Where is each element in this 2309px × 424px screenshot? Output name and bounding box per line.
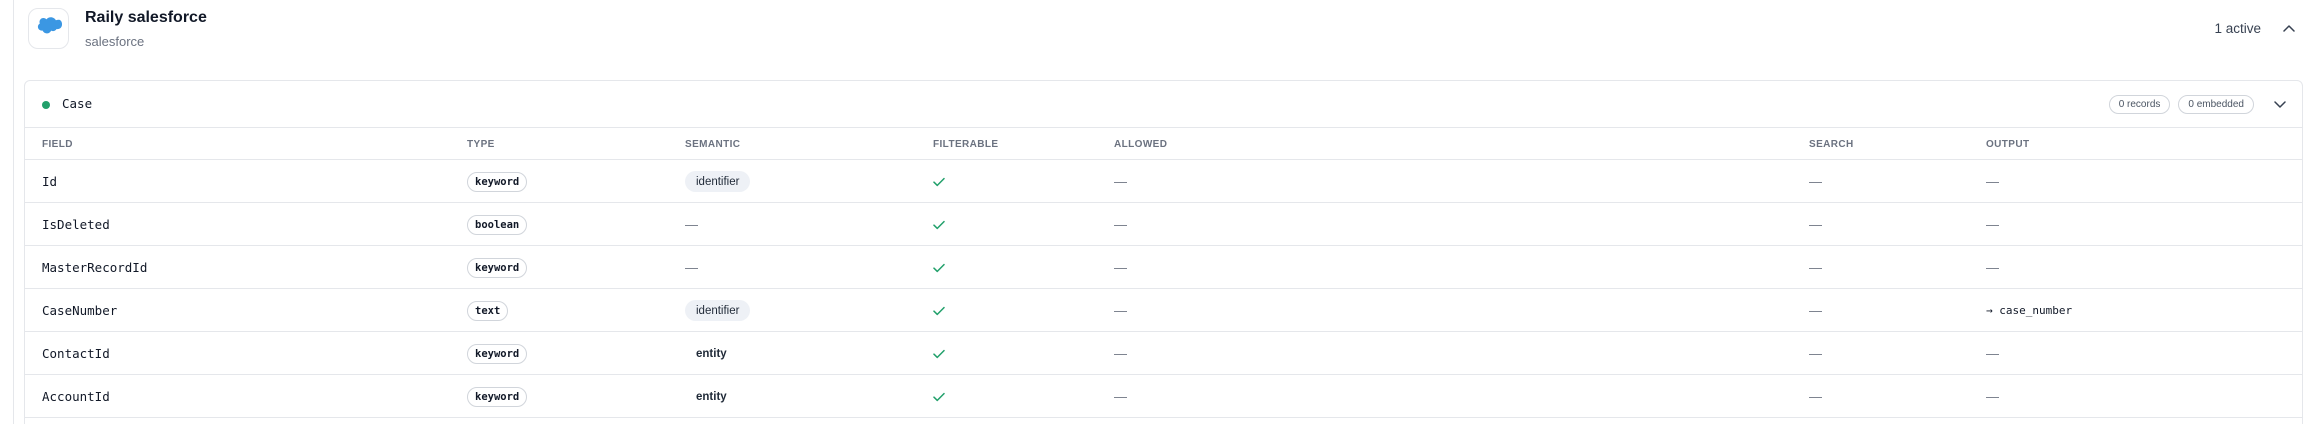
integration-title-block: Raily salesforce salesforce — [85, 8, 207, 51]
left-divider — [13, 0, 14, 424]
collapse-button[interactable] — [2281, 20, 2297, 36]
field-name: MasterRecordId — [42, 260, 148, 275]
output-value: — — [1986, 260, 1999, 275]
field-name: AccountId — [42, 389, 110, 404]
type-badge: keyword — [467, 171, 528, 192]
table-row[interactable]: MasterRecordId keyword — — — — — [25, 246, 2302, 289]
chevron-up-icon — [2283, 25, 2295, 32]
check-icon — [933, 263, 945, 273]
table-row[interactable]: IsDeleted boolean — — — — — [25, 203, 2302, 246]
expand-button[interactable] — [2272, 97, 2288, 113]
allowed-value: — — [1114, 389, 1127, 404]
check-icon — [933, 392, 945, 402]
integration-subtitle: salesforce — [85, 34, 145, 49]
type-badge: keyword — [467, 257, 528, 278]
object-card-header[interactable]: Case 0 records 0 embedded — [25, 81, 2302, 128]
allowed-value: — — [1114, 346, 1127, 361]
integration-logo — [28, 8, 69, 49]
page: Raily salesforce salesforce 1 active Cas… — [0, 0, 2309, 424]
table-row[interactable]: ContactId keyword entity — — — — [25, 332, 2302, 375]
records-count-badge: 0 records — [2108, 95, 2171, 114]
search-value: — — [1809, 217, 1822, 232]
semantic-value: — — [685, 260, 698, 275]
column-header-filterable: FILTERABLE — [933, 139, 999, 150]
object-card-header-right: 0 records 0 embedded — [2108, 95, 2288, 114]
allowed-value: — — [1114, 174, 1127, 189]
check-icon — [933, 349, 945, 359]
semantic-badge: identifier — [685, 171, 751, 192]
search-value: — — [1809, 346, 1822, 361]
field-name: CaseNumber — [42, 303, 118, 318]
field-table: FIELD TYPE SEMANTIC FILTERABLE ALLOWED S… — [25, 128, 2302, 418]
column-header-search: SEARCH — [1809, 139, 1854, 150]
check-icon — [933, 177, 945, 187]
search-value: — — [1809, 260, 1822, 275]
type-badge: keyword — [467, 386, 528, 407]
field-name: ContactId — [42, 346, 110, 361]
column-header-output: OUTPUT — [1986, 139, 2030, 150]
table-row[interactable]: AccountId keyword entity — — — — [25, 375, 2302, 418]
search-value: — — [1809, 174, 1822, 189]
status-dot — [42, 101, 50, 109]
chevron-down-icon — [2274, 100, 2286, 108]
integration-title: Raily salesforce — [85, 9, 207, 26]
object-name: Case — [62, 96, 93, 111]
allowed-value: — — [1114, 217, 1127, 232]
allowed-value: — — [1114, 303, 1127, 318]
semantic-badge: identifier — [685, 300, 751, 321]
type-badge: keyword — [467, 343, 528, 364]
output-value: — — [1986, 389, 1999, 404]
active-count: 1 active — [2214, 20, 2261, 36]
output-value: — — [1986, 174, 1999, 189]
allowed-value: — — [1114, 260, 1127, 275]
field-name: Id — [42, 174, 58, 189]
integration-header[interactable]: Raily salesforce salesforce 1 active — [28, 8, 2309, 60]
table-row[interactable]: CaseNumber text identifier — — → case_nu… — [25, 289, 2302, 332]
table-header: FIELD TYPE SEMANTIC FILTERABLE ALLOWED S… — [25, 128, 2302, 160]
search-value: — — [1809, 389, 1822, 404]
semantic-value: entity — [696, 347, 727, 360]
semantic-value: entity — [696, 390, 727, 403]
semantic-value: — — [685, 217, 698, 232]
search-value: — — [1809, 303, 1822, 318]
output-mapping: → case_number — [1986, 304, 2073, 317]
embedded-count-badge: 0 embedded — [2178, 95, 2254, 114]
check-icon — [933, 220, 945, 230]
type-badge: boolean — [467, 214, 528, 235]
integration-header-right: 1 active — [2214, 20, 2297, 36]
column-header-semantic: SEMANTIC — [685, 139, 741, 150]
output-value: — — [1986, 217, 1999, 232]
check-icon — [933, 306, 945, 316]
column-header-field: FIELD — [42, 139, 73, 150]
output-value: — — [1986, 346, 1999, 361]
column-header-type: TYPE — [467, 139, 495, 150]
object-card: Case 0 records 0 embedded FIELD TYPE SEM… — [24, 80, 2303, 424]
column-header-allowed: ALLOWED — [1114, 139, 1168, 150]
salesforce-cloud-icon — [36, 16, 62, 41]
type-badge: text — [467, 300, 509, 321]
field-name: IsDeleted — [42, 217, 110, 232]
table-row[interactable]: Id keyword identifier — — — — [25, 160, 2302, 203]
